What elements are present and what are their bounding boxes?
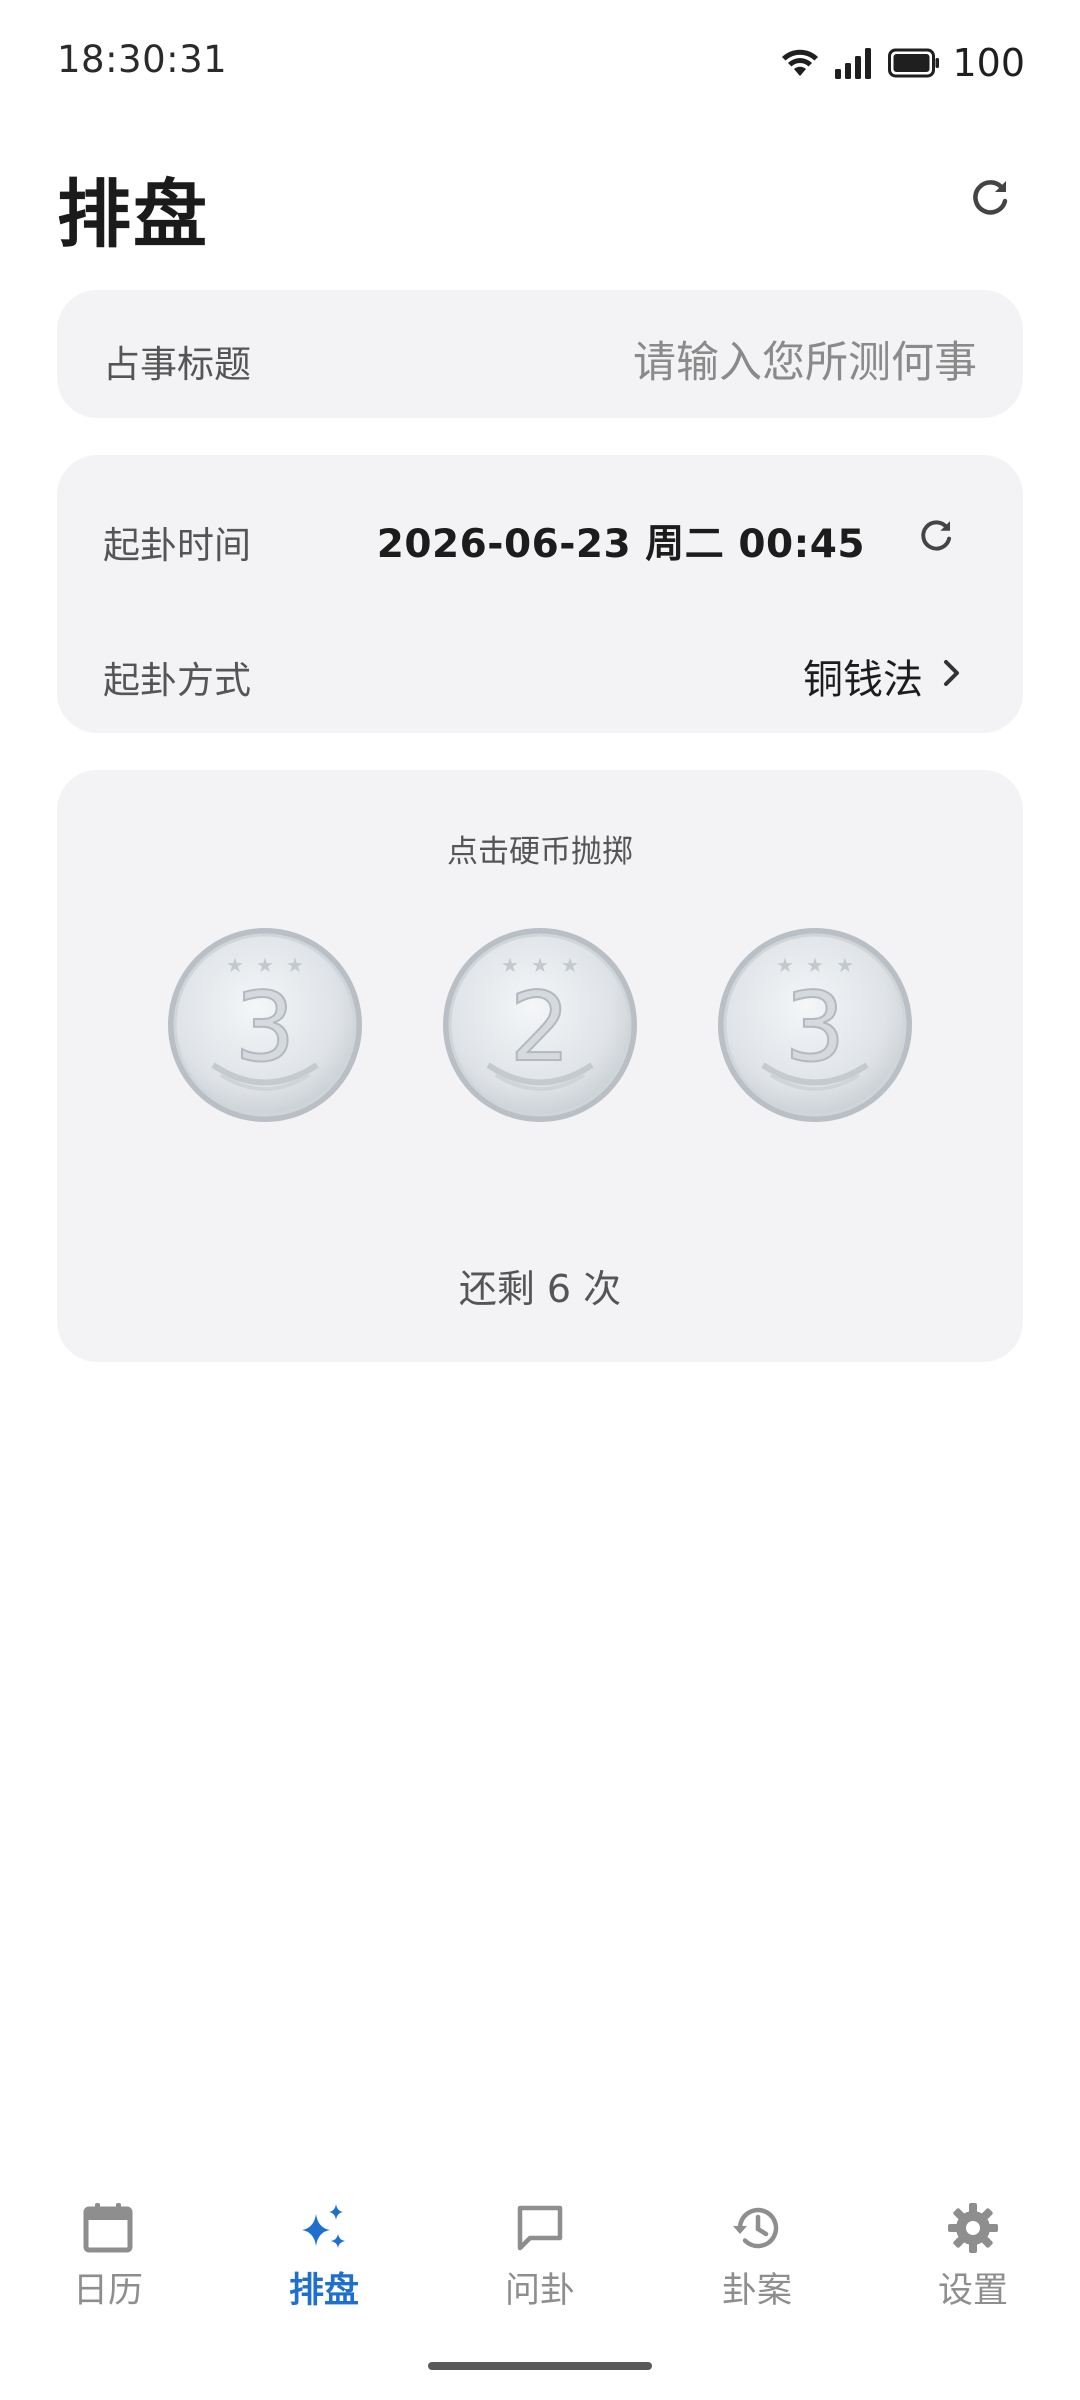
battery-level: 100: [952, 41, 1025, 85]
chat-icon: [517, 2205, 563, 2251]
signal-icon: [835, 48, 872, 79]
cast-time-value[interactable]: 2026-06-23 周二 00:45: [377, 513, 865, 569]
cast-method-label: 起卦方式: [103, 659, 251, 702]
cast-time-label: 起卦时间: [103, 524, 251, 567]
status-icons: 100: [780, 38, 1025, 88]
cast-method-value[interactable]: 铜钱法: [803, 647, 923, 705]
coin-face-value: 2: [510, 973, 570, 1083]
time-refresh-icon[interactable]: [915, 515, 957, 557]
nav-label-ask: 问卦: [504, 2271, 575, 2311]
page-title: 排盘: [57, 172, 209, 258]
wifi-icon: [782, 49, 819, 76]
coin-face-value: 3: [785, 973, 845, 1083]
status-bar: 18:30:31 100: [0, 0, 1080, 126]
tosses-remaining: 还剩 6 次: [458, 1267, 622, 1311]
sparkle-icon: [302, 2204, 345, 2248]
coin-button[interactable]: ★ ★ ★ 2: [440, 925, 640, 1125]
nav-label-paipan: 排盘: [288, 2271, 359, 2311]
nav-label-calendar: 日历: [72, 2271, 143, 2311]
coin-button[interactable]: ★ ★ ★ 3: [165, 925, 365, 1125]
status-time: 18:30:31: [57, 38, 228, 81]
question-title-input[interactable]: 请输入您所测何事: [633, 328, 977, 390]
nav-label-records: 卦案: [721, 2271, 792, 2311]
question-title-field[interactable]: 占事标题 请输入您所测何事: [57, 290, 1023, 418]
nav-item-calendar[interactable]: 日历: [28, 2200, 188, 2320]
nav-item-settings[interactable]: 设置: [893, 2200, 1053, 2320]
nav-item-paipan[interactable]: 排盘: [244, 2200, 404, 2320]
nav-item-ask[interactable]: 问卦: [460, 2200, 620, 2320]
nav-label-settings: 设置: [937, 2271, 1008, 2311]
coin-face-value: 3: [235, 973, 295, 1083]
coin-toss-card: 点击硬币抛掷 ★ ★ ★ 3 ★ ★ ★ 2 ★ ★ ★ 3 还剩 6 次: [57, 770, 1023, 1362]
coin-toss-hint: 点击硬币抛掷: [447, 834, 633, 870]
history-icon: [733, 2207, 779, 2249]
coin-button[interactable]: ★ ★ ★ 3: [715, 925, 915, 1125]
gear-icon: [948, 2203, 998, 2253]
home-indicator[interactable]: [428, 2362, 652, 2370]
nav-item-records[interactable]: 卦案: [677, 2200, 837, 2320]
cast-settings-card: 起卦时间 2026-06-23 周二 00:45 起卦方式 铜钱法: [57, 455, 1023, 733]
calendar-icon: [83, 2203, 133, 2253]
battery-icon: [888, 48, 940, 78]
chevron-right-icon[interactable]: [937, 655, 967, 691]
bottom-nav: 日历 排盘 问卦 卦案 设置: [0, 2190, 1080, 2340]
refresh-icon[interactable]: [966, 174, 1014, 222]
question-title-label: 占事标题: [103, 343, 251, 386]
